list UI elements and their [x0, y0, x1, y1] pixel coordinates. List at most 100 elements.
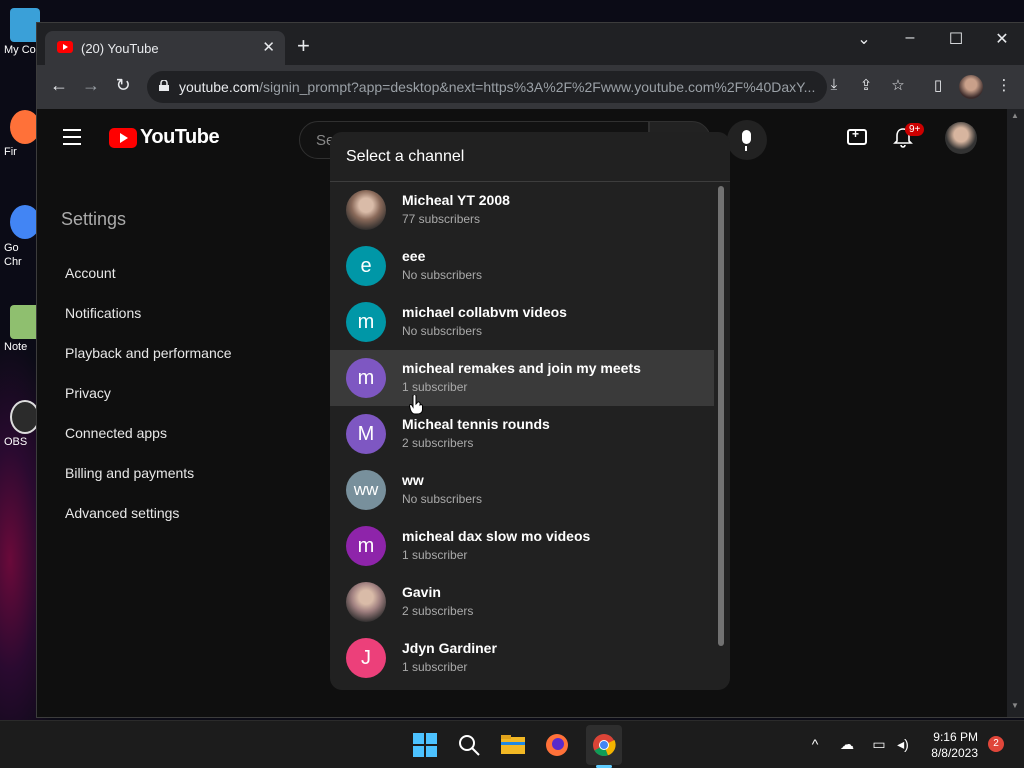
search-icon[interactable] — [456, 732, 482, 758]
channel-name: Jdyn Gardiner — [402, 640, 497, 656]
settings-item-notifications[interactable]: Notifications — [65, 305, 141, 321]
windows-start-icon[interactable] — [412, 732, 438, 758]
channel-subscriber-count: 1 subscriber — [402, 660, 468, 674]
settings-item-account[interactable]: Account — [65, 265, 116, 281]
channel-subscriber-count: No subscribers — [402, 492, 483, 506]
lock-icon — [159, 80, 169, 91]
desktop-icon-firefox[interactable]: Fir — [0, 110, 40, 158]
channel-row[interactable]: m micheal dax slow mo videos 1 subscriber — [330, 518, 714, 574]
close-window-button[interactable]: ✕ — [987, 29, 1017, 49]
maximize-button[interactable]: ☐ — [941, 29, 971, 49]
hamburger-menu-icon[interactable] — [63, 129, 81, 150]
tab-search-icon[interactable]: ⌄ — [849, 29, 879, 49]
channel-row[interactable]: m micheal remakes and join my meets 1 subs… — [330, 350, 714, 406]
channel-row[interactable]: e eee No subscribers — [330, 238, 714, 294]
settings-item-connected-apps[interactable]: Connected apps — [65, 425, 167, 441]
channel-avatar: m — [346, 302, 386, 342]
file-explorer-icon[interactable] — [500, 732, 526, 758]
channel-row[interactable]: m michael collabvm videos No subscribers — [330, 294, 714, 350]
channel-avatar: M — [346, 414, 386, 454]
channel-avatar: m — [346, 358, 386, 398]
install-icon[interactable]: ⤓ — [823, 76, 845, 93]
youtube-logo-text[interactable]: YouTube — [140, 126, 220, 149]
channel-list: Micheal YT 2008 77 subscribers e eee No subs… — [330, 182, 714, 690]
tab-strip: (20) YouTube ✕ + ⌄ – ☐ ✕ — [37, 23, 1024, 65]
desktop-icon-label: My Co — [4, 44, 36, 56]
channel-name: Gavin — [402, 584, 441, 600]
clock-time: 9:16 PM — [933, 730, 978, 744]
url-path: /signin_prompt?app=desktop&next=https%3A… — [259, 79, 815, 95]
channel-avatar: m — [346, 526, 386, 566]
channel-row[interactable]: ww ww No subscribers — [330, 462, 714, 518]
new-tab-button[interactable]: + — [297, 35, 310, 57]
channel-subscriber-count: 1 subscriber — [402, 548, 468, 562]
channel-name: ww — [402, 472, 424, 488]
desktop-icon-notepad[interactable]: Note — [0, 305, 40, 353]
page-scrollbar[interactable]: ▲ ▼ — [1007, 109, 1024, 717]
desktop-icon-label: Go Chr — [4, 242, 22, 268]
channel-row[interactable]: M Micheal tennis rounds 2 subscribers — [330, 406, 714, 462]
settings-item-playback[interactable]: Playback and performance — [65, 345, 232, 361]
channel-avatar: e — [346, 246, 386, 286]
chevron-up-icon[interactable]: ^ — [806, 736, 824, 752]
browser-toolbar: ← → ↻ youtube.com/signin_prompt?app=desk… — [37, 65, 1024, 109]
network-icon[interactable]: ▭ — [870, 736, 888, 753]
channel-name: micheal dax slow mo videos — [402, 528, 591, 544]
channel-row[interactable]: Micheal YT 2008 77 subscribers — [330, 182, 714, 238]
youtube-logo-icon[interactable] — [109, 128, 137, 148]
channel-subscriber-count: 77 subscribers — [402, 212, 481, 226]
forward-button[interactable]: → — [79, 75, 103, 96]
system-clock[interactable]: 9:16 PM 8/8/2023 — [918, 729, 978, 761]
chrome-icon[interactable] — [591, 732, 617, 758]
desktop-icon-label: Note — [4, 341, 28, 353]
channel-name: Micheal tennis rounds — [402, 416, 550, 432]
minimize-button[interactable]: – — [895, 29, 925, 47]
share-icon[interactable]: ⇪ — [855, 76, 877, 94]
channel-name: micheal remakes and join my meets — [402, 360, 641, 376]
desktop-icon-my-computer[interactable]: My Co — [0, 8, 40, 56]
onedrive-icon[interactable]: ☁ — [838, 736, 856, 753]
channel-subscriber-count: No subscribers — [402, 268, 483, 282]
channel-row[interactable]: Gavin 2 subscribers — [330, 574, 714, 630]
clock-date: 8/8/2023 — [931, 746, 978, 760]
desktop-icon-chrome[interactable]: Go Chr — [0, 205, 40, 269]
close-tab-icon[interactable]: ✕ — [262, 38, 275, 56]
hand-cursor-icon — [409, 395, 423, 415]
tab-title: (20) YouTube — [81, 41, 159, 56]
address-bar[interactable]: youtube.com/signin_prompt?app=desktop&ne… — [147, 71, 827, 103]
channel-name: Micheal YT 2008 — [402, 192, 510, 208]
desktop-icon-label: Fir — [4, 146, 17, 158]
settings-item-privacy[interactable]: Privacy — [65, 385, 111, 401]
profile-avatar[interactable] — [959, 75, 983, 99]
dialog-title: Select a channel — [346, 148, 465, 165]
settings-item-billing[interactable]: Billing and payments — [65, 465, 194, 481]
channel-avatar — [346, 582, 386, 622]
firefox-icon[interactable] — [544, 732, 570, 758]
url-text: youtube.com/signin_prompt?app=desktop&ne… — [179, 79, 815, 95]
desktop-icon-obs[interactable]: OBS — [0, 400, 40, 448]
microphone-icon — [742, 130, 751, 151]
tab-youtube[interactable]: (20) YouTube ✕ — [45, 31, 285, 65]
volume-icon[interactable]: ◂) — [894, 736, 912, 753]
settings-item-advanced[interactable]: Advanced settings — [65, 505, 179, 521]
bookmark-star-icon[interactable]: ☆ — [887, 76, 909, 94]
create-video-icon[interactable] — [847, 127, 867, 145]
notification-center-badge[interactable]: 2 — [988, 736, 1004, 752]
side-panel-icon[interactable]: ▯ — [927, 76, 949, 94]
dialog-scrollbar[interactable] — [718, 186, 724, 646]
settings-heading: Settings — [61, 209, 127, 229]
account-avatar[interactable] — [945, 122, 977, 154]
channel-subscriber-count: 2 subscribers — [402, 604, 474, 618]
channel-name: michael collabvm videos — [402, 304, 567, 320]
voice-search-button[interactable] — [727, 120, 767, 160]
youtube-favicon-icon — [57, 41, 73, 53]
reload-button[interactable]: ↻ — [111, 75, 135, 96]
channel-name: eee — [402, 248, 426, 264]
desktop-icon-label: OBS — [4, 436, 28, 448]
select-channel-dialog: Select a channel Micheal YT 2008 77 subsc… — [330, 132, 730, 690]
channel-row[interactable]: J Jdyn Gardiner 1 subscriber — [330, 630, 714, 686]
menu-kebab-icon[interactable]: ⋮ — [993, 76, 1015, 94]
channel-subscriber-count: 1 subscriber — [402, 380, 468, 394]
back-button[interactable]: ← — [47, 75, 71, 96]
channel-subscriber-count: 2 subscribers — [402, 436, 474, 450]
